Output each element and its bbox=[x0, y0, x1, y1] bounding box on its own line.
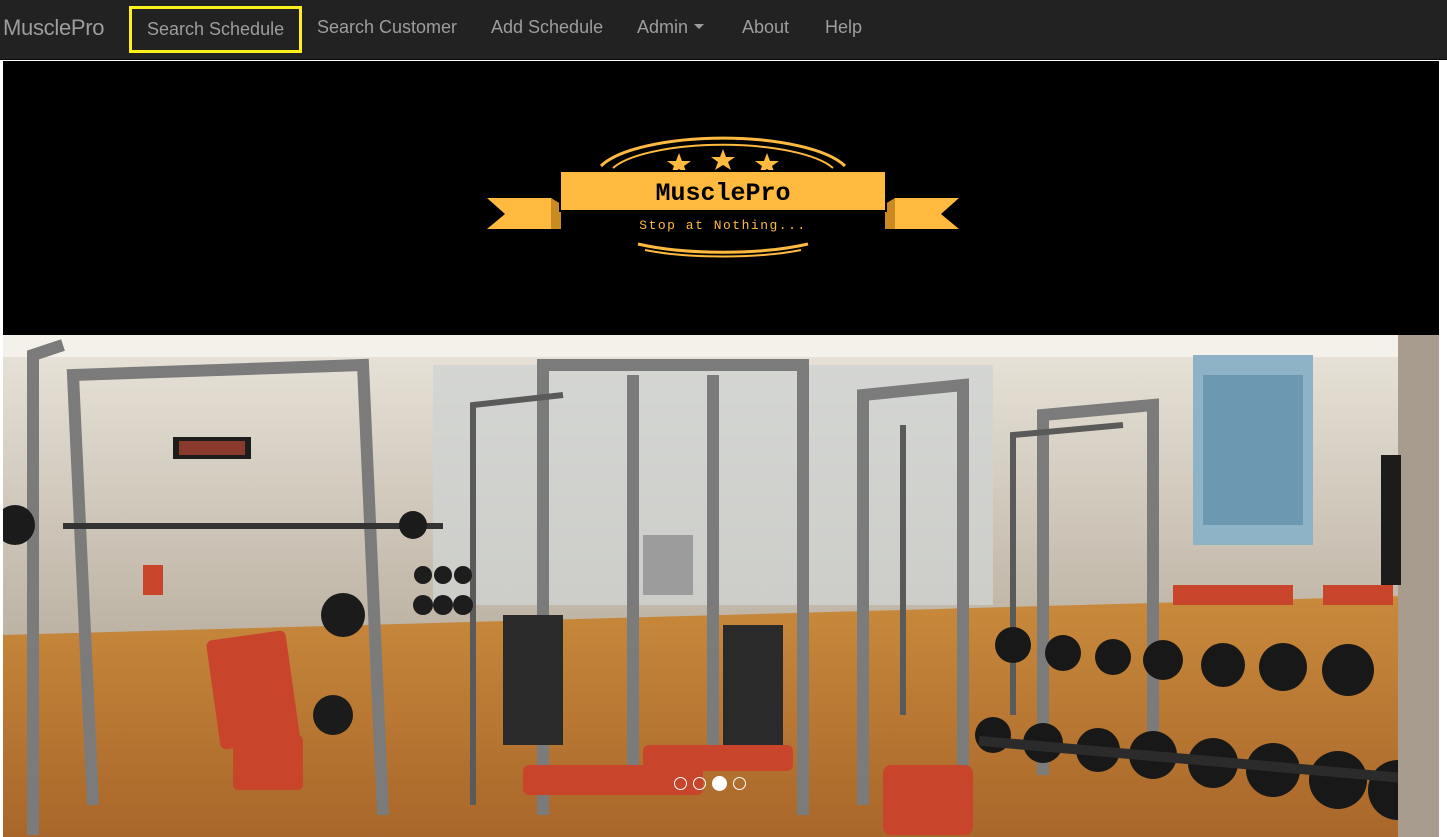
nav-search-schedule[interactable]: Search Schedule bbox=[129, 6, 303, 53]
musclepro-logo: MusclePro Stop at Nothing... bbox=[487, 136, 959, 258]
logo-tagline: Stop at Nothing... bbox=[639, 218, 806, 233]
nav-help[interactable]: Help bbox=[825, 0, 862, 55]
nav-admin-label: Admin bbox=[637, 17, 689, 37]
logo-title: MusclePro bbox=[655, 179, 790, 208]
nav-about[interactable]: About bbox=[742, 0, 789, 55]
brand-link[interactable]: MusclePro bbox=[3, 0, 105, 55]
carousel-indicator-2[interactable] bbox=[693, 776, 706, 790]
star-icon bbox=[711, 149, 735, 170]
logo-banner: MusclePro Stop at Nothing... bbox=[3, 61, 1439, 335]
gym-photo bbox=[3, 335, 1439, 837]
navbar: MusclePro Search Schedule Search Custome… bbox=[0, 0, 1447, 60]
carousel-indicators bbox=[674, 775, 746, 791]
carousel-indicator-1[interactable] bbox=[674, 776, 687, 790]
carousel-slide[interactable] bbox=[3, 335, 1439, 837]
nav-search-customer[interactable]: Search Customer bbox=[317, 0, 457, 55]
caret-down-icon bbox=[694, 23, 705, 29]
carousel-indicator-4[interactable] bbox=[733, 776, 746, 790]
page-gutter bbox=[1439, 61, 1447, 837]
carousel-indicator-3[interactable] bbox=[712, 775, 727, 791]
nav-admin-dropdown[interactable]: Admin bbox=[637, 0, 705, 55]
nav-add-schedule[interactable]: Add Schedule bbox=[491, 0, 603, 55]
